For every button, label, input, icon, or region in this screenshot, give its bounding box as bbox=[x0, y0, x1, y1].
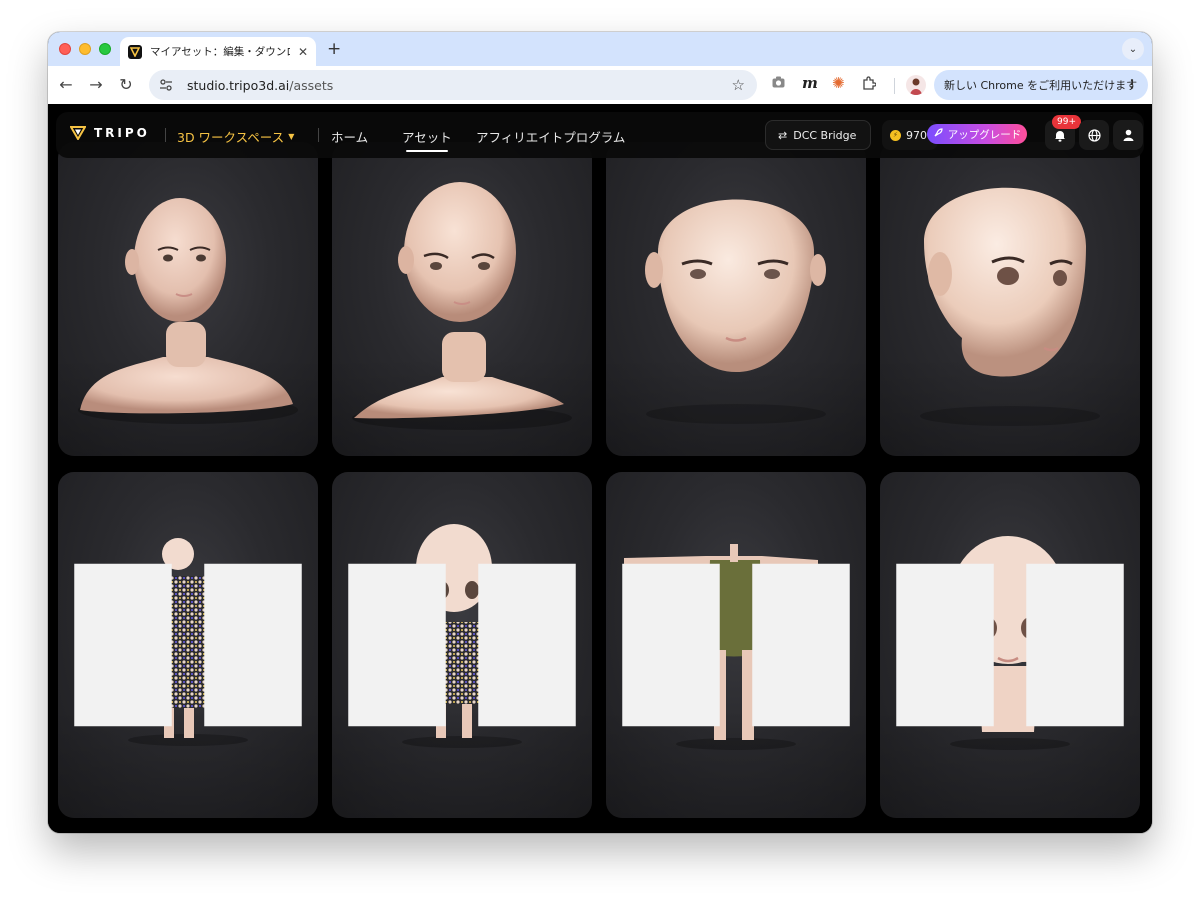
close-window-button[interactable] bbox=[59, 43, 71, 55]
book-icon bbox=[74, 563, 302, 727]
tripo-app: TRIPO 3D ワークスペース ▼ ホーム アセット アフィリエイトプログラム… bbox=[48, 104, 1152, 833]
tripo-logo-icon bbox=[128, 44, 142, 59]
notifications-badge: 99+ bbox=[1052, 115, 1081, 129]
minimize-window-button[interactable] bbox=[79, 43, 91, 55]
lightning-coin-icon: ⚡ bbox=[890, 129, 901, 141]
site-info-icon[interactable] bbox=[159, 78, 173, 92]
maximize-window-button[interactable] bbox=[99, 43, 111, 55]
chrome-update-button[interactable]: 新しい Chrome をご利用いただけます ⋮ bbox=[934, 70, 1148, 100]
book-icon bbox=[896, 563, 1124, 727]
tripo-logo-icon bbox=[70, 126, 86, 140]
app-navbar: TRIPO 3D ワークスペース ▼ ホーム アセット アフィリエイトプログラム… bbox=[56, 112, 1144, 158]
dcc-bridge-button[interactable]: ⇄ DCC Bridge bbox=[765, 120, 871, 150]
url-text: studio.tripo3d.ai/assets bbox=[187, 78, 333, 93]
profile-avatar[interactable] bbox=[906, 75, 926, 95]
swap-arrows-icon: ⇄ bbox=[778, 128, 788, 142]
nav-divider bbox=[165, 128, 166, 142]
m-extension-icon[interactable]: m bbox=[802, 74, 818, 92]
upgrade-label: アップグレード bbox=[947, 128, 1022, 141]
browser-window: マイアセット：編集・ダウンロー ✕ + ⌄ ← → ↻ studio.tripo… bbox=[48, 32, 1152, 833]
asset-card-head-4[interactable] bbox=[880, 142, 1140, 456]
book-icon bbox=[348, 563, 576, 727]
url-path: /assets bbox=[289, 77, 334, 93]
bell-icon bbox=[1055, 130, 1065, 142]
bust-head-model bbox=[352, 182, 572, 430]
globe-icon bbox=[1087, 128, 1101, 142]
user-icon bbox=[1123, 129, 1133, 141]
browser-toolbar: ← → ↻ studio.tripo3d.ai/assets ☆ m ✺ 新しい… bbox=[48, 66, 1152, 104]
head-model bbox=[920, 187, 1100, 426]
nav-assets[interactable]: アセット bbox=[392, 127, 462, 152]
new-tab-icon[interactable]: + bbox=[327, 39, 341, 59]
reload-icon[interactable]: ↻ bbox=[116, 75, 136, 94]
rocket-icon bbox=[933, 127, 943, 141]
asset-card-head-3[interactable] bbox=[606, 142, 866, 456]
dcc-bridge-label: DCC Bridge bbox=[793, 128, 857, 142]
asset-card-bust-head-2[interactable] bbox=[332, 142, 592, 456]
asset-card-tpose-chibi-2[interactable] bbox=[332, 472, 592, 818]
nav-affiliate[interactable]: アフィリエイトプログラム bbox=[476, 127, 625, 146]
language-button[interactable] bbox=[1079, 120, 1109, 150]
tripo-logo[interactable]: TRIPO bbox=[70, 126, 150, 140]
workspace-label: 3D ワークスペース bbox=[177, 130, 285, 145]
bookmark-star-icon[interactable]: ☆ bbox=[732, 76, 745, 94]
tab-title: マイアセット：編集・ダウンロー bbox=[150, 46, 290, 58]
forward-arrow-icon[interactable]: → bbox=[86, 75, 106, 94]
asset-card-tpose-character-1[interactable] bbox=[58, 472, 318, 818]
sparkle-extension-icon[interactable]: ✺ bbox=[832, 74, 845, 92]
upgrade-button[interactable]: アップグレード bbox=[927, 124, 1027, 144]
caret-down-icon: ▼ bbox=[288, 132, 295, 141]
asset-card-tpose-body-3[interactable] bbox=[606, 472, 866, 818]
chrome-update-label: 新しい Chrome をご利用いただけます bbox=[944, 79, 1138, 92]
tab-strip: マイアセット：編集・ダウンロー ✕ + ⌄ bbox=[48, 32, 1152, 66]
window-controls bbox=[59, 43, 111, 55]
nav-home[interactable]: ホーム bbox=[331, 127, 368, 146]
extensions-puzzle-icon[interactable] bbox=[862, 76, 877, 94]
url-host: studio.tripo3d.ai bbox=[187, 77, 290, 93]
more-vert-icon[interactable]: ⋮ bbox=[1126, 77, 1138, 91]
tab-close-icon[interactable]: ✕ bbox=[298, 45, 308, 59]
credits-value: 970 bbox=[906, 128, 927, 142]
account-button[interactable] bbox=[1113, 120, 1143, 150]
tab-search-chevron-icon[interactable]: ⌄ bbox=[1122, 38, 1144, 60]
head-model bbox=[645, 199, 826, 424]
address-bar[interactable]: studio.tripo3d.ai/assets ☆ bbox=[149, 70, 757, 100]
book-icon bbox=[622, 563, 850, 727]
browser-tab[interactable]: マイアセット：編集・ダウンロー ✕ bbox=[120, 37, 316, 66]
bust-head-model bbox=[78, 198, 298, 424]
workspace-dropdown[interactable]: 3D ワークスペース ▼ bbox=[177, 127, 294, 146]
toolbar-divider bbox=[894, 78, 895, 94]
asset-card-bust-head-1[interactable] bbox=[58, 142, 318, 456]
nav-divider bbox=[318, 128, 319, 142]
back-arrow-icon[interactable]: ← bbox=[56, 75, 76, 94]
asset-card-tpose-chibi-4[interactable] bbox=[880, 472, 1140, 818]
logo-text: TRIPO bbox=[94, 126, 150, 140]
camera-extension-icon[interactable] bbox=[772, 76, 785, 92]
